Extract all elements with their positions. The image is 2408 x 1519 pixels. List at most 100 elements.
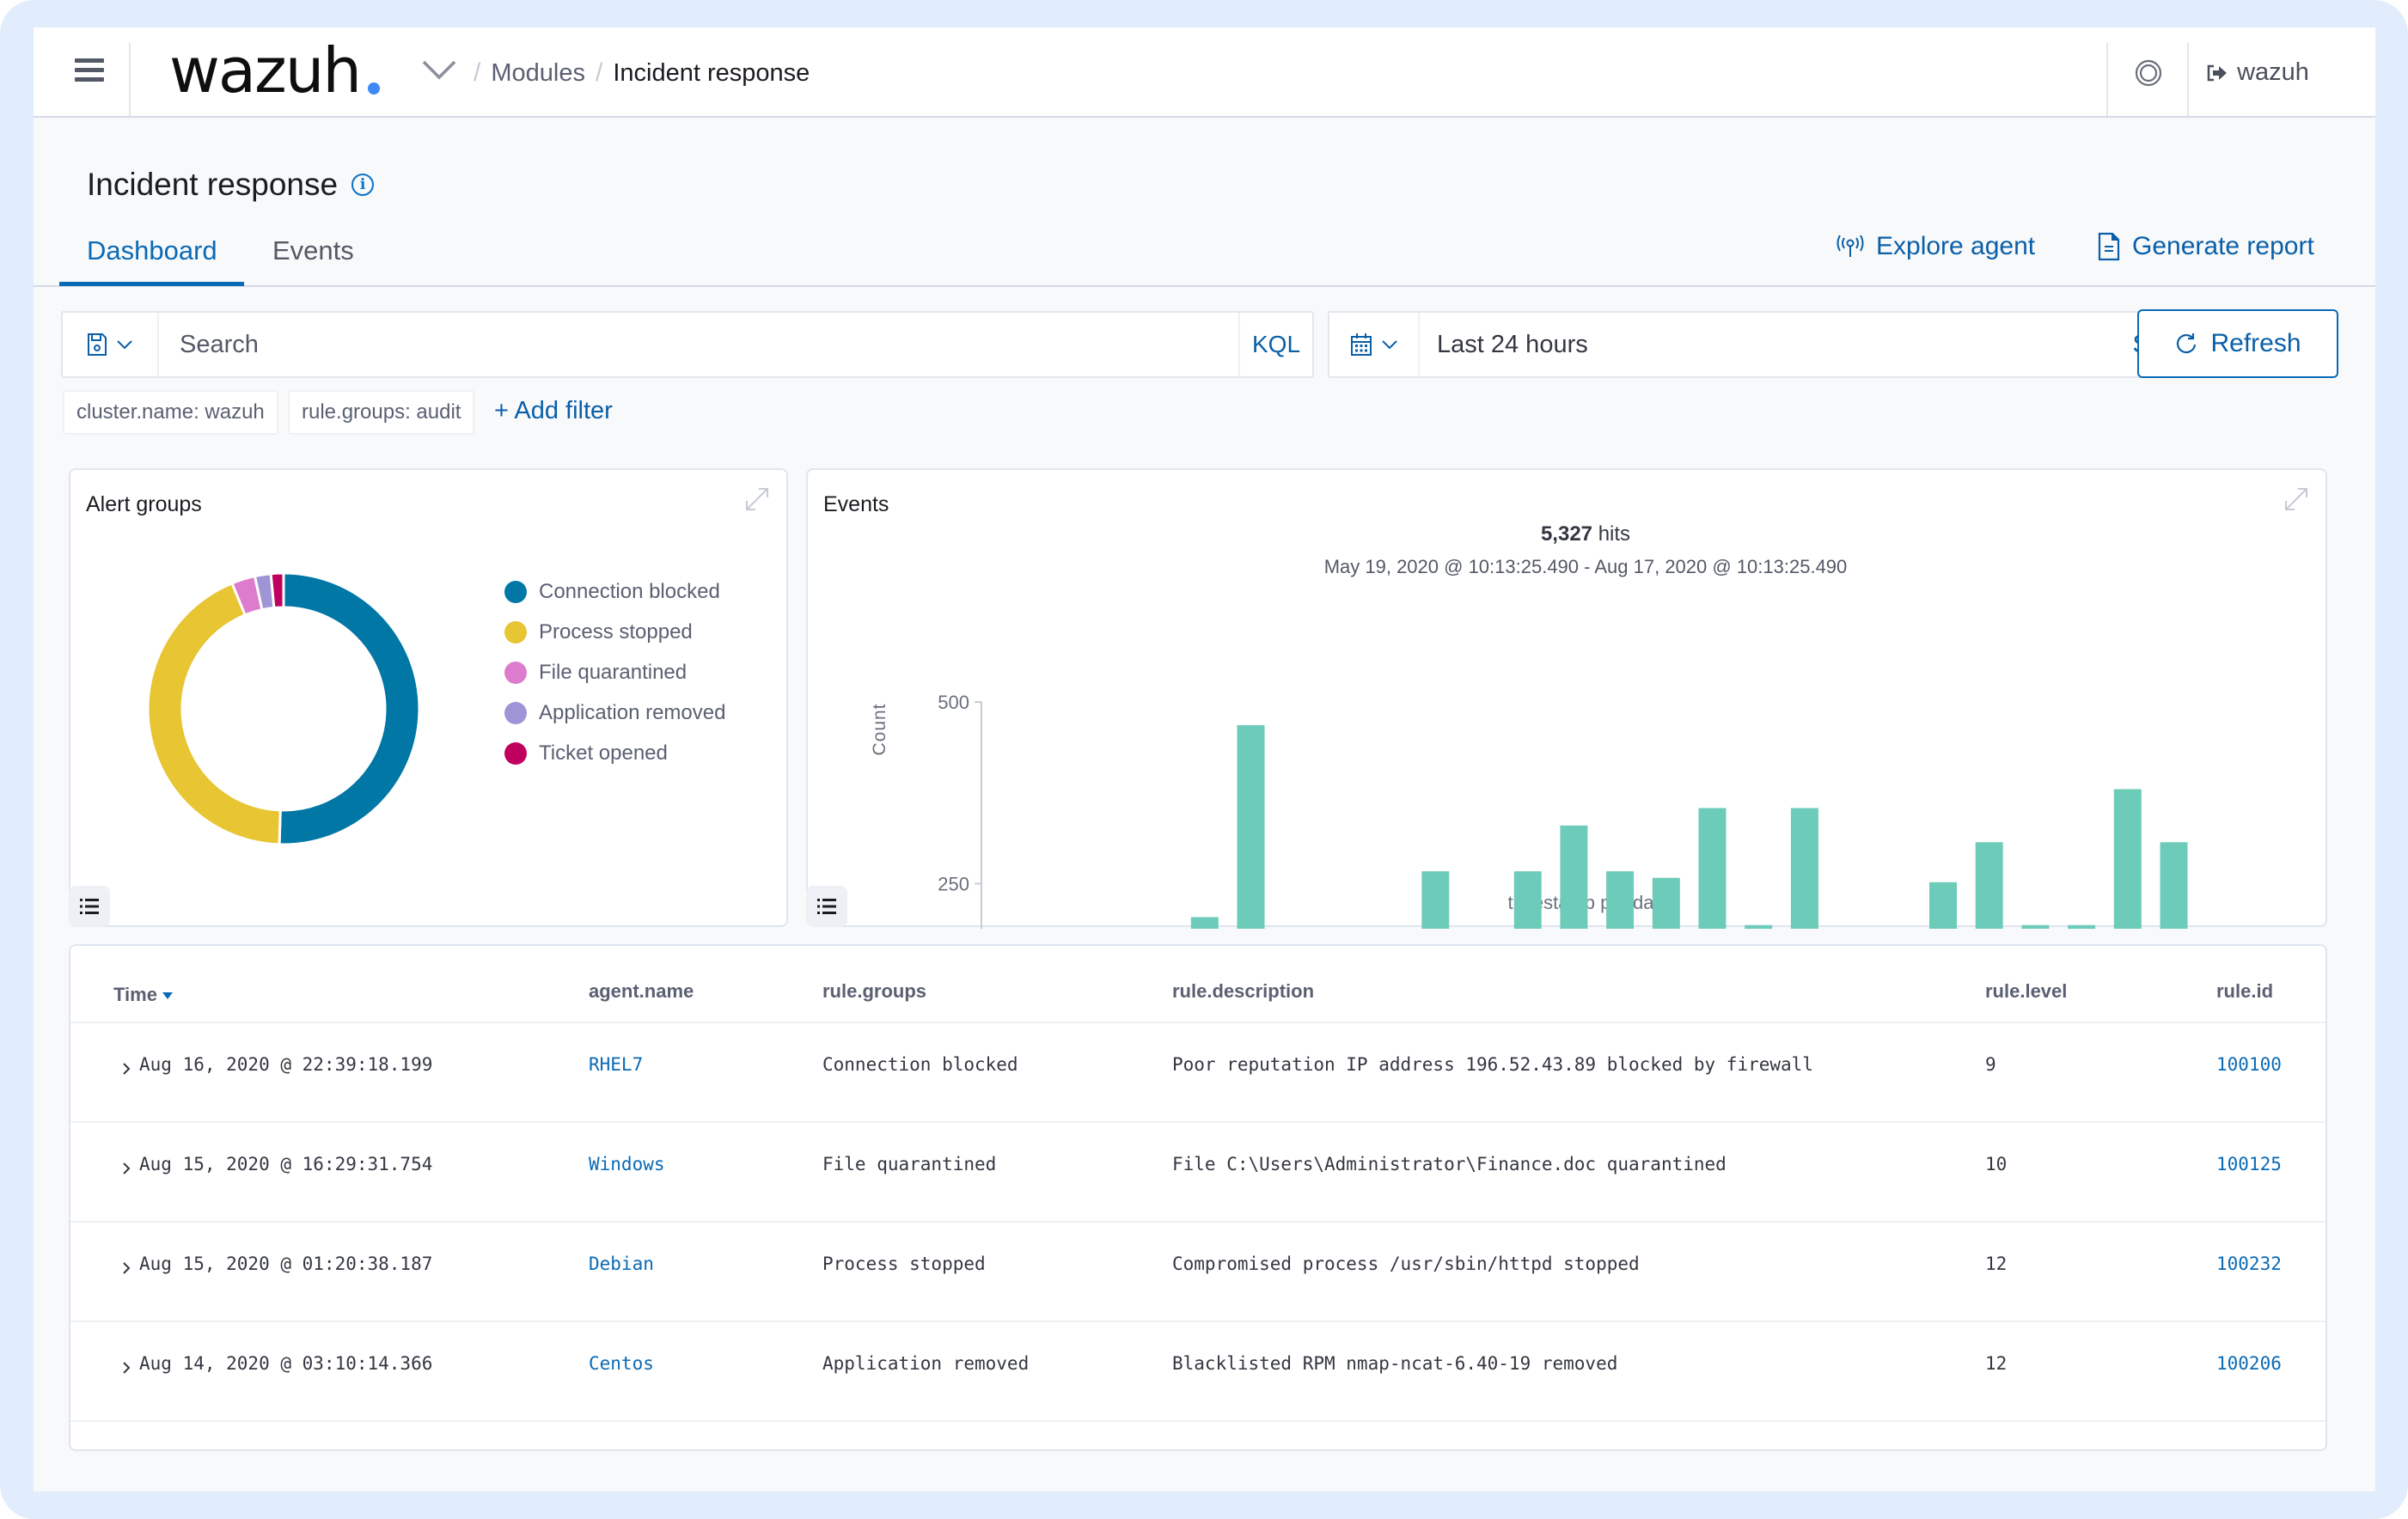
column-header-agent-name[interactable]: agent.name xyxy=(589,980,694,1003)
active-tab-indicator xyxy=(59,282,244,286)
breadcrumb-modules[interactable]: Modules xyxy=(491,59,585,88)
event-bar[interactable] xyxy=(1929,882,1957,929)
column-header-rule-description[interactable]: rule.description xyxy=(1172,980,1314,1003)
legend-label: File quarantined xyxy=(539,660,688,684)
kql-toggle[interactable]: KQL xyxy=(1238,313,1312,376)
events-bar-chart: 5,327 hits May 19, 2020 @ 10:13:25.490 -… xyxy=(870,522,2188,929)
legend-color-dot xyxy=(504,701,527,724)
saved-queries-button[interactable] xyxy=(63,313,159,376)
column-header-rule-id[interactable]: rule.id xyxy=(2216,980,2273,1003)
save-icon xyxy=(88,333,107,356)
event-bar[interactable] xyxy=(1513,871,1542,929)
refresh-icon xyxy=(2177,333,2197,354)
column-header-rule-level[interactable]: rule.level xyxy=(1985,980,2067,1003)
expand-row-icon[interactable] xyxy=(120,1360,132,1376)
expand-icon[interactable] xyxy=(743,485,771,513)
table-row[interactable]: Aug 14, 2020 @ 03:10:14.366 Centos Applica… xyxy=(70,1322,2325,1422)
event-bar[interactable] xyxy=(1606,871,1635,929)
help-lifebuoy-icon xyxy=(2135,59,2162,86)
event-bar[interactable] xyxy=(1190,917,1219,929)
legend-label: Connection blocked xyxy=(539,579,720,603)
event-bar[interactable] xyxy=(1745,924,1773,929)
filter-pill[interactable]: rule.groups: audit xyxy=(288,390,475,435)
hits-label: hits xyxy=(1598,522,1630,546)
cell-rule-groups: File quarantined xyxy=(822,1154,997,1174)
expand-row-icon[interactable] xyxy=(120,1161,132,1176)
quick-date-menu[interactable] xyxy=(1329,313,1420,376)
info-icon[interactable]: i xyxy=(351,174,375,196)
legend-item[interactable]: Connection blocked xyxy=(504,571,725,612)
cell-agent-name[interactable]: Windows xyxy=(589,1154,665,1174)
column-header-rule-groups[interactable]: rule.groups xyxy=(822,980,926,1003)
legend-toggle-button[interactable] xyxy=(806,886,847,927)
cell-time: Aug 14, 2020 @ 03:10:14.366 xyxy=(139,1353,433,1374)
alert-groups-panel: Alert groups Connection blocked Process s… xyxy=(69,468,788,927)
event-bar[interactable] xyxy=(2021,924,2050,929)
legend-color-dot xyxy=(504,580,527,603)
cell-agent-name[interactable]: Debian xyxy=(589,1254,654,1274)
chart-legend: Connection blocked Process stopped File qu… xyxy=(504,571,725,773)
events-panel: Events 5,327 hits May 19, 2020 @ 10:13:2… xyxy=(806,468,2327,929)
document-icon xyxy=(2098,232,2120,261)
generate-report-button[interactable]: Generate report xyxy=(2098,232,2314,261)
table-row[interactable]: Aug 15, 2020 @ 01:20:38.187 Debian Process… xyxy=(70,1223,2325,1322)
table-row[interactable]: Aug 15, 2020 @ 16:29:31.754 Windows File q… xyxy=(70,1123,2325,1223)
legend-toggle-button[interactable] xyxy=(69,886,110,927)
event-bar[interactable] xyxy=(2113,789,2142,929)
legend-item[interactable]: Application removed xyxy=(504,692,725,733)
sort-descending-icon[interactable] xyxy=(162,992,173,1000)
cell-rule-id[interactable]: 100232 xyxy=(2216,1254,2282,1274)
menu-icon[interactable] xyxy=(75,58,104,86)
refresh-button[interactable]: Refresh xyxy=(2137,309,2338,378)
event-bar[interactable] xyxy=(1975,842,2003,929)
event-bar[interactable] xyxy=(1560,825,1588,929)
cell-rule-groups: Process stopped xyxy=(822,1254,986,1274)
event-bar[interactable] xyxy=(1698,808,1727,929)
event-bar[interactable] xyxy=(2068,924,2096,929)
expand-row-icon[interactable] xyxy=(120,1260,132,1276)
help-button[interactable] xyxy=(2110,27,2187,118)
cell-rule-groups: Application removed xyxy=(822,1353,1030,1374)
cell-rule-description: Poor reputation IP address 196.52.43.89 … xyxy=(1172,1054,1813,1075)
event-bar[interactable] xyxy=(1421,871,1450,929)
date-range-label[interactable]: Last 24 hours xyxy=(1420,331,2132,359)
user-menu[interactable]: wazuh xyxy=(2189,27,2326,118)
event-bar[interactable] xyxy=(1237,725,1265,929)
breadcrumb-separator: / xyxy=(595,58,603,87)
breadcrumb-separator: / xyxy=(474,58,481,87)
search-input[interactable] xyxy=(159,313,1238,376)
logout-icon xyxy=(2207,64,2228,81)
chevron-down-icon[interactable] xyxy=(420,53,458,84)
event-bar[interactable] xyxy=(1652,877,1680,929)
explore-agent-button[interactable]: Explore agent xyxy=(1837,232,2035,261)
tab-events[interactable]: Events xyxy=(272,235,354,266)
cell-rule-id[interactable]: 100100 xyxy=(2216,1054,2282,1075)
filter-pill[interactable]: cluster.name: wazuh xyxy=(63,390,278,435)
cell-rule-level: 12 xyxy=(1985,1353,2008,1374)
breadcrumb-current: Incident response xyxy=(613,58,810,87)
list-icon xyxy=(80,899,99,914)
hits-summary: 5,327 hits xyxy=(1541,522,1630,546)
legend-item[interactable]: Ticket opened xyxy=(504,733,725,773)
donut-slice[interactable] xyxy=(146,581,282,846)
donut-slice[interactable] xyxy=(269,571,285,610)
y-tick-label: 500 xyxy=(938,692,969,713)
expand-row-icon[interactable] xyxy=(120,1061,132,1077)
event-bar[interactable] xyxy=(2160,842,2188,929)
legend-item[interactable]: Process stopped xyxy=(504,612,725,652)
cell-rule-id[interactable]: 100206 xyxy=(2216,1353,2282,1374)
tabs-divider xyxy=(34,285,2375,287)
cell-agent-name[interactable]: Centos xyxy=(589,1353,654,1374)
tab-dashboard[interactable]: Dashboard xyxy=(87,235,217,266)
legend-item[interactable]: File quarantined xyxy=(504,652,725,692)
add-filter-button[interactable]: + Add filter xyxy=(494,397,613,425)
top-header: wazuh / Modules / Incident response wazu… xyxy=(34,27,2375,118)
column-header-time[interactable]: Time xyxy=(113,984,173,1006)
wazuh-logo[interactable]: wazuh xyxy=(169,34,362,107)
cell-agent-name[interactable]: RHEL7 xyxy=(589,1054,643,1075)
cell-rule-id[interactable]: 100125 xyxy=(2216,1154,2282,1174)
donut-slice[interactable] xyxy=(278,571,421,846)
event-bar[interactable] xyxy=(1790,808,1818,929)
table-row[interactable]: Aug 16, 2020 @ 22:39:18.199 RHEL7 Connecti… xyxy=(70,1023,2325,1123)
y-axis-label: Count xyxy=(870,703,889,755)
